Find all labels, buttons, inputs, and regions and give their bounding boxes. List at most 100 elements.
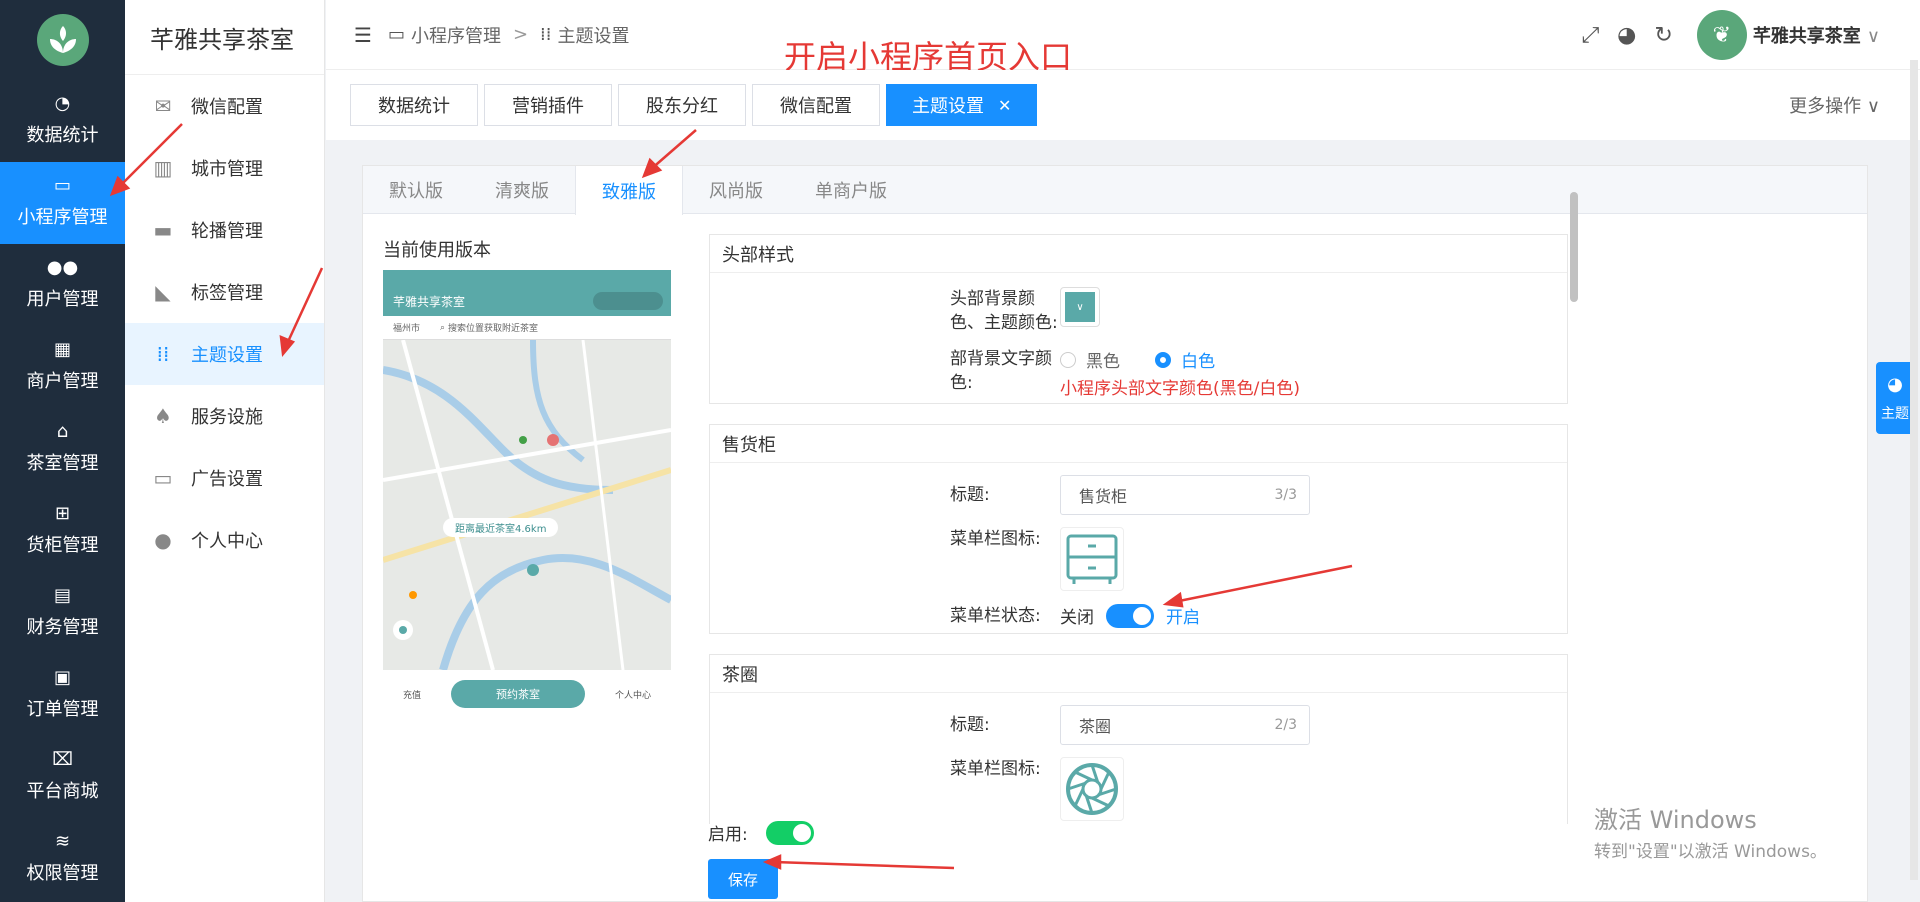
user-menu[interactable]: 芊雅共享茶室 ∨ (1753, 22, 1880, 48)
sidebar-item-1[interactable]: ◔ 数据统计 (0, 80, 125, 162)
header-actions: ⤢ ◕ ↻ ❦ 芊雅共享茶室 ∨ (1564, 10, 1880, 60)
fullscreen-icon[interactable]: ⤢ (1582, 23, 1600, 48)
watermark-line: 转到"设置"以激活 Windows。 (1594, 842, 1827, 862)
tab-3[interactable]: 股东分红 (618, 84, 746, 126)
submenu-item-7[interactable]: ▭ 广告设置 (125, 447, 324, 509)
title-input[interactable]: 茶圈 2/3 (1060, 705, 1310, 745)
theme-settings-card: 默认版 清爽版 致雅版 风尚版 单商户版 当前使用版本 芊雅共享茶室 福州市 ⌕ 搜索位… (362, 165, 1868, 902)
aperture-icon[interactable] (1060, 757, 1124, 821)
submenu-item-label: 城市管理 (191, 159, 263, 180)
close-icon[interactable]: ✕ (998, 96, 1011, 115)
title-input[interactable]: 售货柜 3/3 (1060, 475, 1310, 515)
submenu-item-3[interactable]: ▬ 轮播管理 (125, 199, 324, 261)
form-row: 头部背景颜色、主题颜色: ∨ (710, 273, 1567, 341)
person-icon: ● (154, 528, 172, 552)
phone-nav-right: 个人中心 (614, 690, 651, 701)
tab-4[interactable]: 微信配置 (752, 84, 880, 126)
apps-icon: ⁞⁞ (156, 342, 170, 366)
enable-label: 启用: (708, 825, 748, 845)
phone-distance-badge: 距离最近茶室4.6km (443, 518, 559, 537)
palette-icon[interactable]: ◕ (1617, 23, 1636, 48)
submenu-item-label: 主题设置 (191, 345, 263, 366)
submenu-item-6[interactable]: ♠ 服务设施 (125, 385, 324, 447)
theme-float-button[interactable]: ◕ 主题 (1876, 362, 1914, 434)
radio-circle (1155, 351, 1172, 368)
tags-view: 数据统计 营销插件 股东分红 微信配置 主题设置 ✕ 更多操作 ∨ (326, 70, 1920, 140)
breadcrumb-item: 主题设置 (557, 25, 630, 47)
save-button[interactable]: 保存 (708, 859, 778, 899)
submenu-item-4[interactable]: ◣ 标签管理 (125, 261, 324, 323)
input-value: 茶圈 (1079, 717, 1112, 736)
submenu-item-5[interactable]: ⁞⁞ 主题设置 (125, 323, 324, 385)
sidebar-item-7[interactable]: ▤ 财务管理 (0, 572, 125, 654)
field-label: 菜单栏图标: (950, 529, 1041, 549)
chat-icon: ✉ (154, 94, 172, 118)
avatar[interactable]: ❦ (1696, 10, 1747, 60)
phone-status-bar (383, 270, 671, 286)
sidebar-item-8[interactable]: ▣ 订单管理 (0, 654, 125, 736)
tab-label: 数据统计 (378, 96, 450, 117)
sidebar-item-label: 小程序管理 (17, 207, 108, 228)
breadcrumb-item[interactable]: 小程序管理 (411, 22, 501, 48)
monitor-icon: ▭ (53, 175, 71, 196)
version-tabs: 默认版 清爽版 致雅版 风尚版 单商户版 (363, 166, 1867, 215)
sidebar-item-2[interactable]: ▭ 小程序管理 (0, 162, 125, 244)
pane-scrollbar[interactable] (1570, 192, 1578, 302)
tab-2[interactable]: 营销插件 (484, 84, 612, 126)
submenu-item-2[interactable]: ▥ 城市管理 (125, 137, 324, 199)
submenu-item-1[interactable]: ✉ 微信配置 (125, 75, 324, 137)
capsule-icon (593, 292, 663, 310)
version-tab[interactable]: 致雅版 (575, 166, 683, 215)
phone-bottom-bar: 充值 预约茶室 个人中心 (383, 670, 671, 718)
theme-float-label: 主题 (1881, 405, 1909, 422)
sidebar-item-3[interactable]: ●● 用户管理 (0, 244, 125, 326)
phone-title: 芊雅共享茶室 (393, 294, 466, 309)
sidebar-item-6[interactable]: ⊞ 货柜管理 (0, 490, 125, 572)
version-tab[interactable]: 单商户版 (789, 166, 913, 214)
enable-switch[interactable] (765, 820, 814, 845)
section-title: 茶圈 (710, 655, 1567, 693)
sidebar-item-4[interactable]: ▦ 商户管理 (0, 326, 125, 408)
cabinet-icon[interactable] (1060, 527, 1124, 591)
color-picker[interactable]: ∨ (1060, 287, 1100, 327)
char-count: 3/3 (1274, 487, 1297, 503)
more-actions-dropdown[interactable]: 更多操作 ∨ (1789, 92, 1880, 118)
section-header-style: 头部样式 头部背景颜色、主题颜色: ∨ 部背景文字颜色: 黑色 白色 小程序头部… (709, 234, 1568, 404)
dashboard-icon: ◔ (54, 93, 71, 114)
tree-icon: ♠ (154, 404, 172, 428)
watermark-line: 激活 Windows (1594, 806, 1757, 834)
version-tab[interactable]: 风尚版 (683, 166, 789, 214)
sidebar-title: 芊雅共享茶室 (125, 0, 324, 75)
menu-toggle-icon[interactable]: ☰ (354, 23, 372, 47)
tab-5[interactable]: 主题设置 ✕ (886, 84, 1038, 126)
phone-city: 福州市 (393, 324, 421, 334)
sidebar-item-9[interactable]: ⌧ 平台商城 (0, 736, 125, 818)
radio-white[interactable]: 白色 (1155, 347, 1215, 372)
leaf-logo-icon (36, 14, 89, 66)
phone-book-button: 预约茶室 (451, 680, 585, 708)
city-icon: ▥ (153, 156, 173, 180)
radio-black[interactable]: 黑色 (1060, 347, 1120, 372)
breadcrumb-separator: > (512, 24, 529, 45)
windows-watermark: 激活 Windows 转到"设置"以激活 Windows。 (1594, 800, 1827, 862)
tab-1[interactable]: 数据统计 (350, 84, 478, 126)
sidebar-item-5[interactable]: ⌂ 茶室管理 (0, 408, 125, 490)
clipboard-icon: ▣ (53, 667, 71, 688)
settings-pane: 头部样式 头部背景颜色、主题颜色: ∨ 部背景文字颜色: 黑色 白色 小程序头部… (709, 234, 1568, 824)
sidebar-item-10[interactable]: ≋ 权限管理 (0, 818, 125, 900)
submenu-item-label: 个人中心 (191, 531, 263, 552)
tab-label: 股东分红 (646, 96, 718, 117)
form-row: 菜单栏状态: 关闭 开启 (710, 597, 1567, 634)
page-scrollbar[interactable] (1910, 60, 1918, 880)
refresh-icon[interactable]: ↻ (1654, 23, 1672, 48)
version-tab[interactable]: 清爽版 (469, 166, 575, 214)
section-title: 头部样式 (710, 235, 1567, 273)
menu-status-switch[interactable] (1106, 603, 1154, 628)
version-tab[interactable]: 默认版 (363, 166, 469, 214)
submenu-item-8[interactable]: ● 个人中心 (125, 509, 324, 571)
logo (0, 0, 125, 80)
palette-icon: ◕ (1887, 373, 1903, 395)
radio-label: 白色 (1181, 352, 1216, 372)
home-icon: ⌂ (56, 421, 69, 442)
current-version-label: 当前使用版本 (383, 240, 491, 261)
